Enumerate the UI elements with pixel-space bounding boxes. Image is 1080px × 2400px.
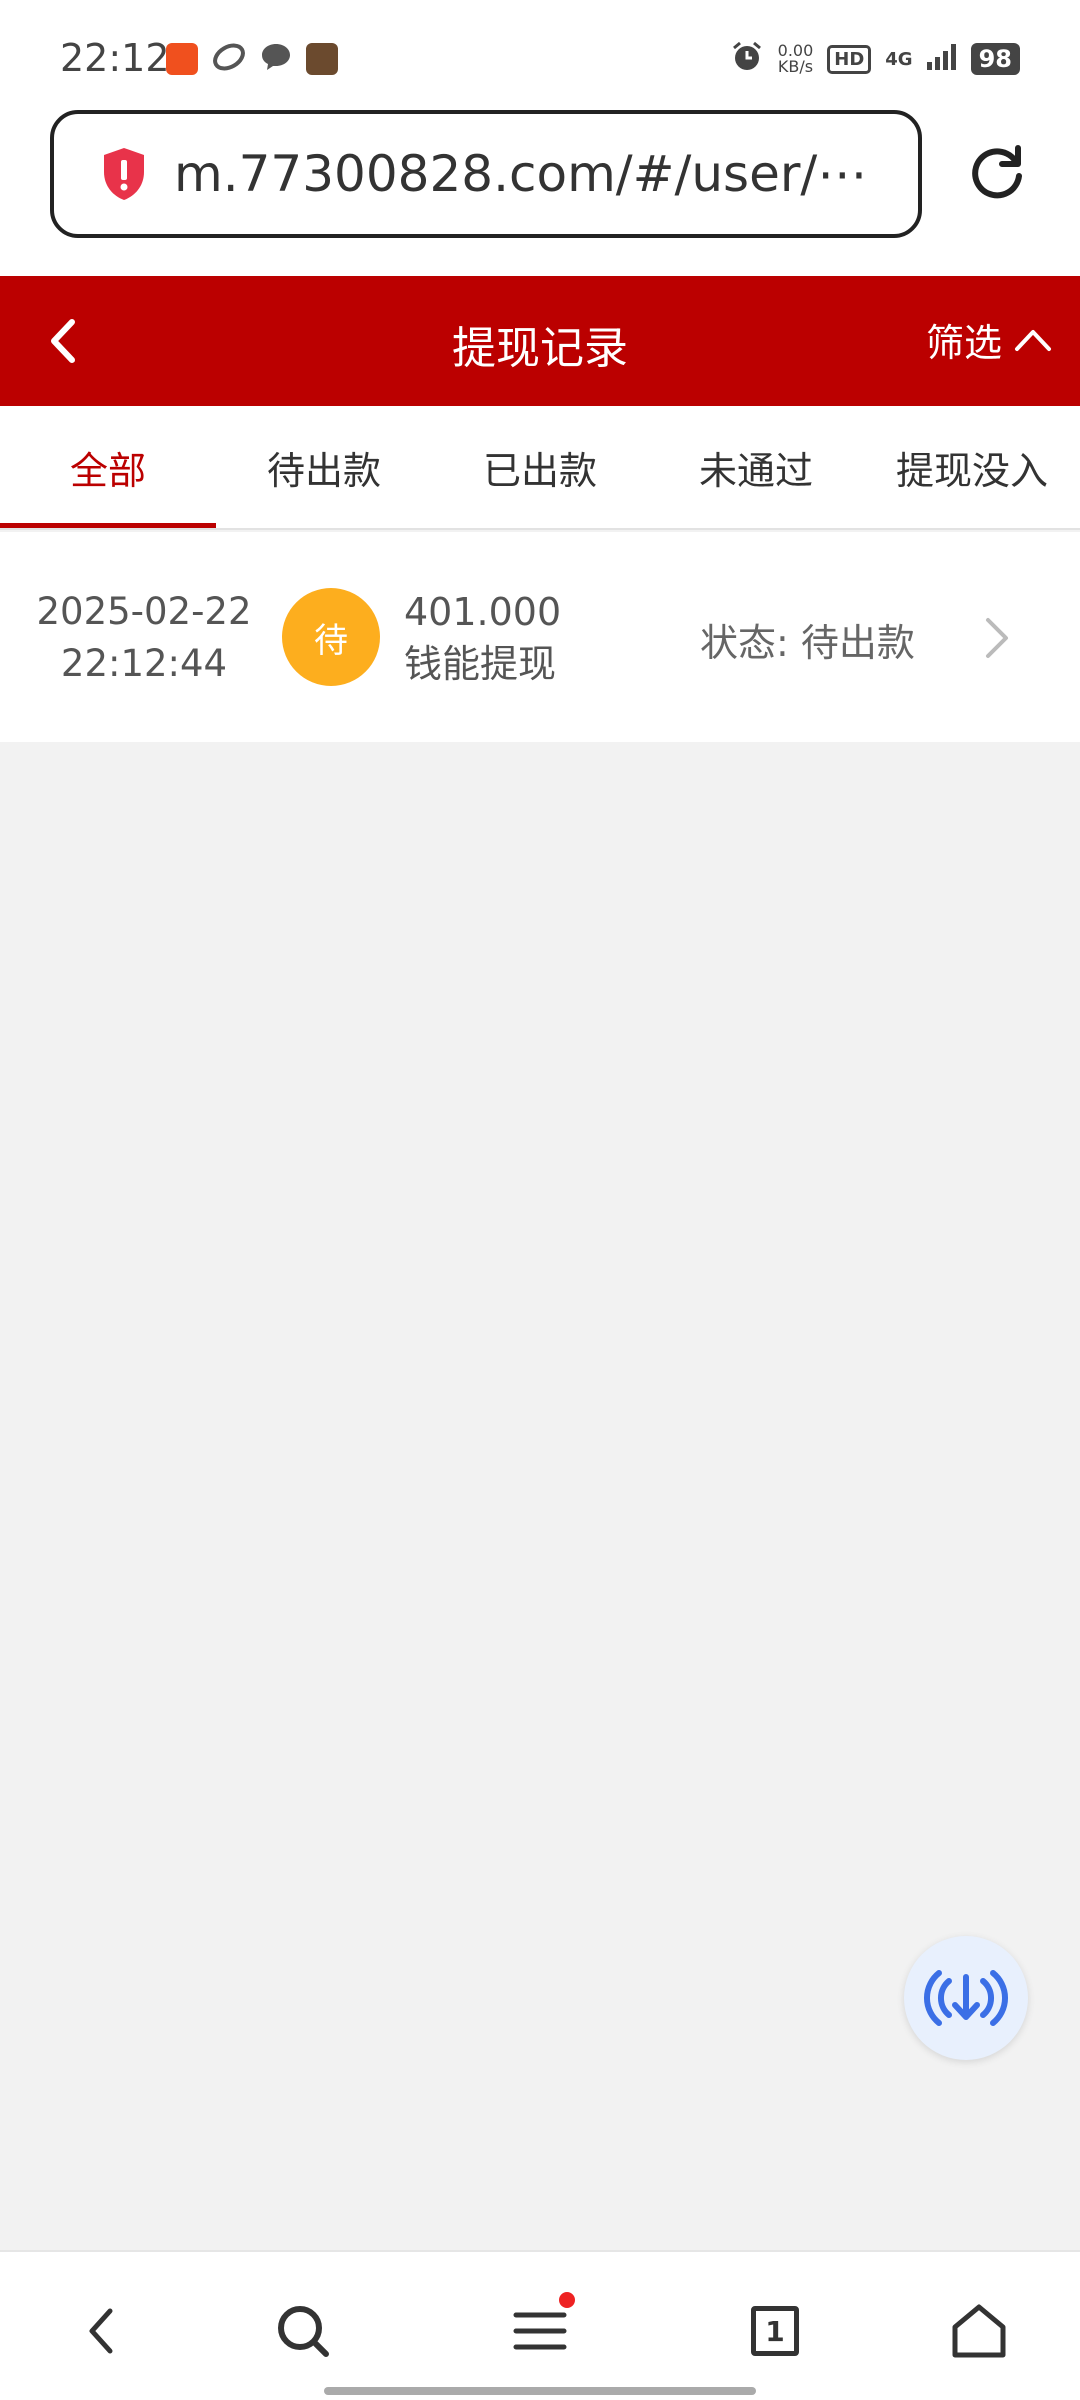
chat-bubble-icon [260, 42, 292, 76]
record-status: 状态: 待出款 [700, 612, 915, 667]
filter-button[interactable]: 筛选 [926, 312, 1052, 367]
search-icon [278, 2306, 329, 2357]
security-warning-shield-icon[interactable] [100, 146, 148, 202]
nav-search-button[interactable] [268, 2296, 338, 2366]
pending-badge: 待 [282, 588, 380, 686]
chevron-left-icon [89, 2308, 113, 2354]
notification-dot [559, 2292, 575, 2308]
nav-home-button[interactable] [944, 2296, 1014, 2366]
game-app-icon [306, 43, 338, 75]
download-broadcast-icon [924, 1970, 1008, 2026]
list-item[interactable]: 2025-02-22 22:12:44 待 401.000 钱能提现 状态: 待… [0, 532, 1080, 742]
nav-tabs-button[interactable]: 1 [740, 2296, 810, 2366]
download-float-button[interactable] [904, 1936, 1028, 2060]
status-label: 状态: [700, 621, 789, 665]
net-speed-unit: KB/s [777, 57, 814, 76]
tab-paid[interactable]: 已出款 [432, 406, 648, 528]
address-bar[interactable]: m.77300828.com/#/user/⋯ [50, 110, 922, 238]
menu-icon [513, 2312, 567, 2350]
battery-level: 98 [970, 43, 1020, 75]
net-speed: 0.00 KB/s [778, 43, 814, 75]
tab-rejected[interactable]: 未通过 [648, 406, 864, 528]
browser-bottom-nav: 1 [0, 2250, 1080, 2400]
record-datetime: 2025-02-22 22:12:44 [22, 586, 266, 690]
url-text[interactable]: m.77300828.com/#/user/⋯ [174, 145, 867, 203]
status-tabs: 全部 待出款 已出款 未通过 提现没入 [0, 406, 1080, 530]
page-title: 提现记录 [452, 323, 628, 374]
filter-label: 筛选 [925, 321, 1002, 365]
alarm-icon [730, 40, 764, 78]
nav-menu-button[interactable] [505, 2292, 575, 2366]
status-time: 22:12 [60, 36, 170, 80]
tab-pending[interactable]: 待出款 [216, 406, 432, 528]
sync-icon [212, 42, 246, 76]
status-bar: 22:12 0.00 KB/s HD 4G 98 [0, 0, 1080, 100]
chevron-right-icon [982, 616, 1012, 660]
hd-voice-indicator: HD [827, 44, 872, 74]
notification-icons [166, 42, 338, 76]
system-indicators: 0.00 KB/s HD 4G 98 [730, 40, 1020, 78]
signal-icon [926, 44, 957, 74]
tab-not-received[interactable]: 提现没入 [864, 406, 1080, 528]
chevron-up-icon [1015, 329, 1051, 351]
status-value: 待出款 [800, 621, 915, 665]
home-icon [952, 2304, 1006, 2358]
app-notification-icon [166, 43, 198, 75]
home-indicator[interactable] [324, 2387, 756, 2395]
record-time: 22:12:44 [60, 642, 228, 685]
record-date: 2025-02-22 [36, 590, 252, 633]
record-type: 钱能提现 [404, 642, 557, 686]
tab-all[interactable]: 全部 [0, 406, 216, 528]
tab-count: 1 [751, 2306, 799, 2356]
nav-back-button[interactable] [66, 2296, 136, 2366]
network-type: 4G [885, 48, 913, 70]
reload-icon[interactable] [966, 142, 1028, 204]
record-amount: 401.000 [404, 590, 562, 634]
browser-toolbar: m.77300828.com/#/user/⋯ [0, 100, 1080, 276]
page-header: 提现记录 筛选 [0, 276, 1080, 406]
